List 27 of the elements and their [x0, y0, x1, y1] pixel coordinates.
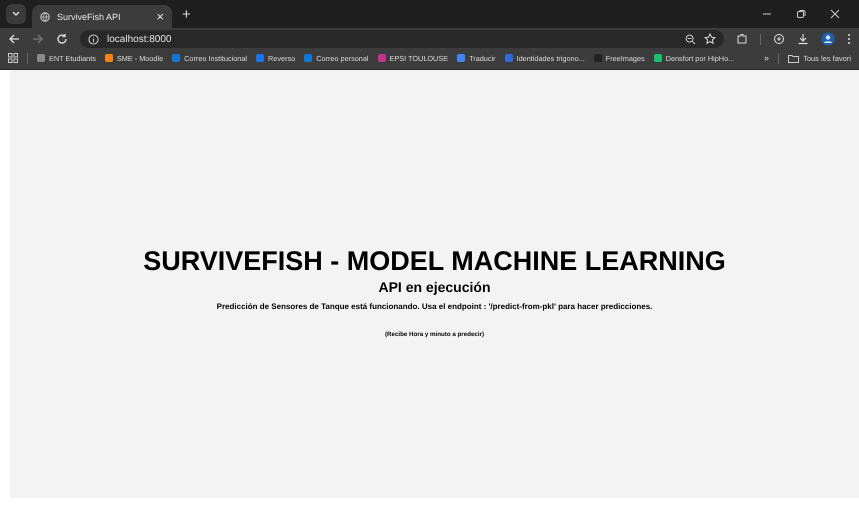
chevron-down-icon — [12, 11, 20, 17]
zoom-out-icon[interactable] — [685, 34, 696, 44]
info-icon — [88, 34, 99, 44]
tab-title: SurviveFish API — [57, 12, 122, 22]
close-tab-button[interactable]: × — [156, 9, 164, 24]
more-menu-icon[interactable] — [847, 33, 851, 45]
back-icon[interactable] — [8, 33, 20, 45]
tab-search-button[interactable] — [6, 4, 26, 24]
page-heading: SURVIVEFISH - MODEL MACHINE LEARNING — [143, 246, 726, 277]
address-bar[interactable]: localhost:8000 — [80, 30, 724, 48]
close-icon[interactable] — [830, 9, 840, 19]
description-text: Predicción de Sensores de Tanque está funcionando. Usa el endpoint : '/predict-from-pkl' para hacer predicciones. — [216, 302, 652, 311]
apps-grid-icon[interactable] — [8, 53, 18, 63]
url-text: localhost:8000 — [107, 34, 172, 44]
star-icon[interactable] — [704, 33, 716, 45]
page-subheading: API en ejecución — [378, 279, 491, 295]
reload-icon[interactable] — [56, 33, 68, 45]
new-tab-button[interactable]: + — [182, 6, 191, 23]
restore-icon[interactable] — [796, 9, 806, 19]
extensions-icon[interactable] — [736, 33, 748, 45]
browser-tab[interactable]: SurviveFish API × — [32, 5, 172, 28]
download-icon[interactable] — [797, 33, 809, 45]
more-bookmarks-button[interactable]: » — [764, 53, 770, 63]
folder-icon — [788, 54, 800, 62]
forward-icon[interactable] — [32, 33, 44, 45]
globe-icon — [40, 12, 50, 22]
profile-avatar-icon[interactable] — [821, 32, 835, 46]
